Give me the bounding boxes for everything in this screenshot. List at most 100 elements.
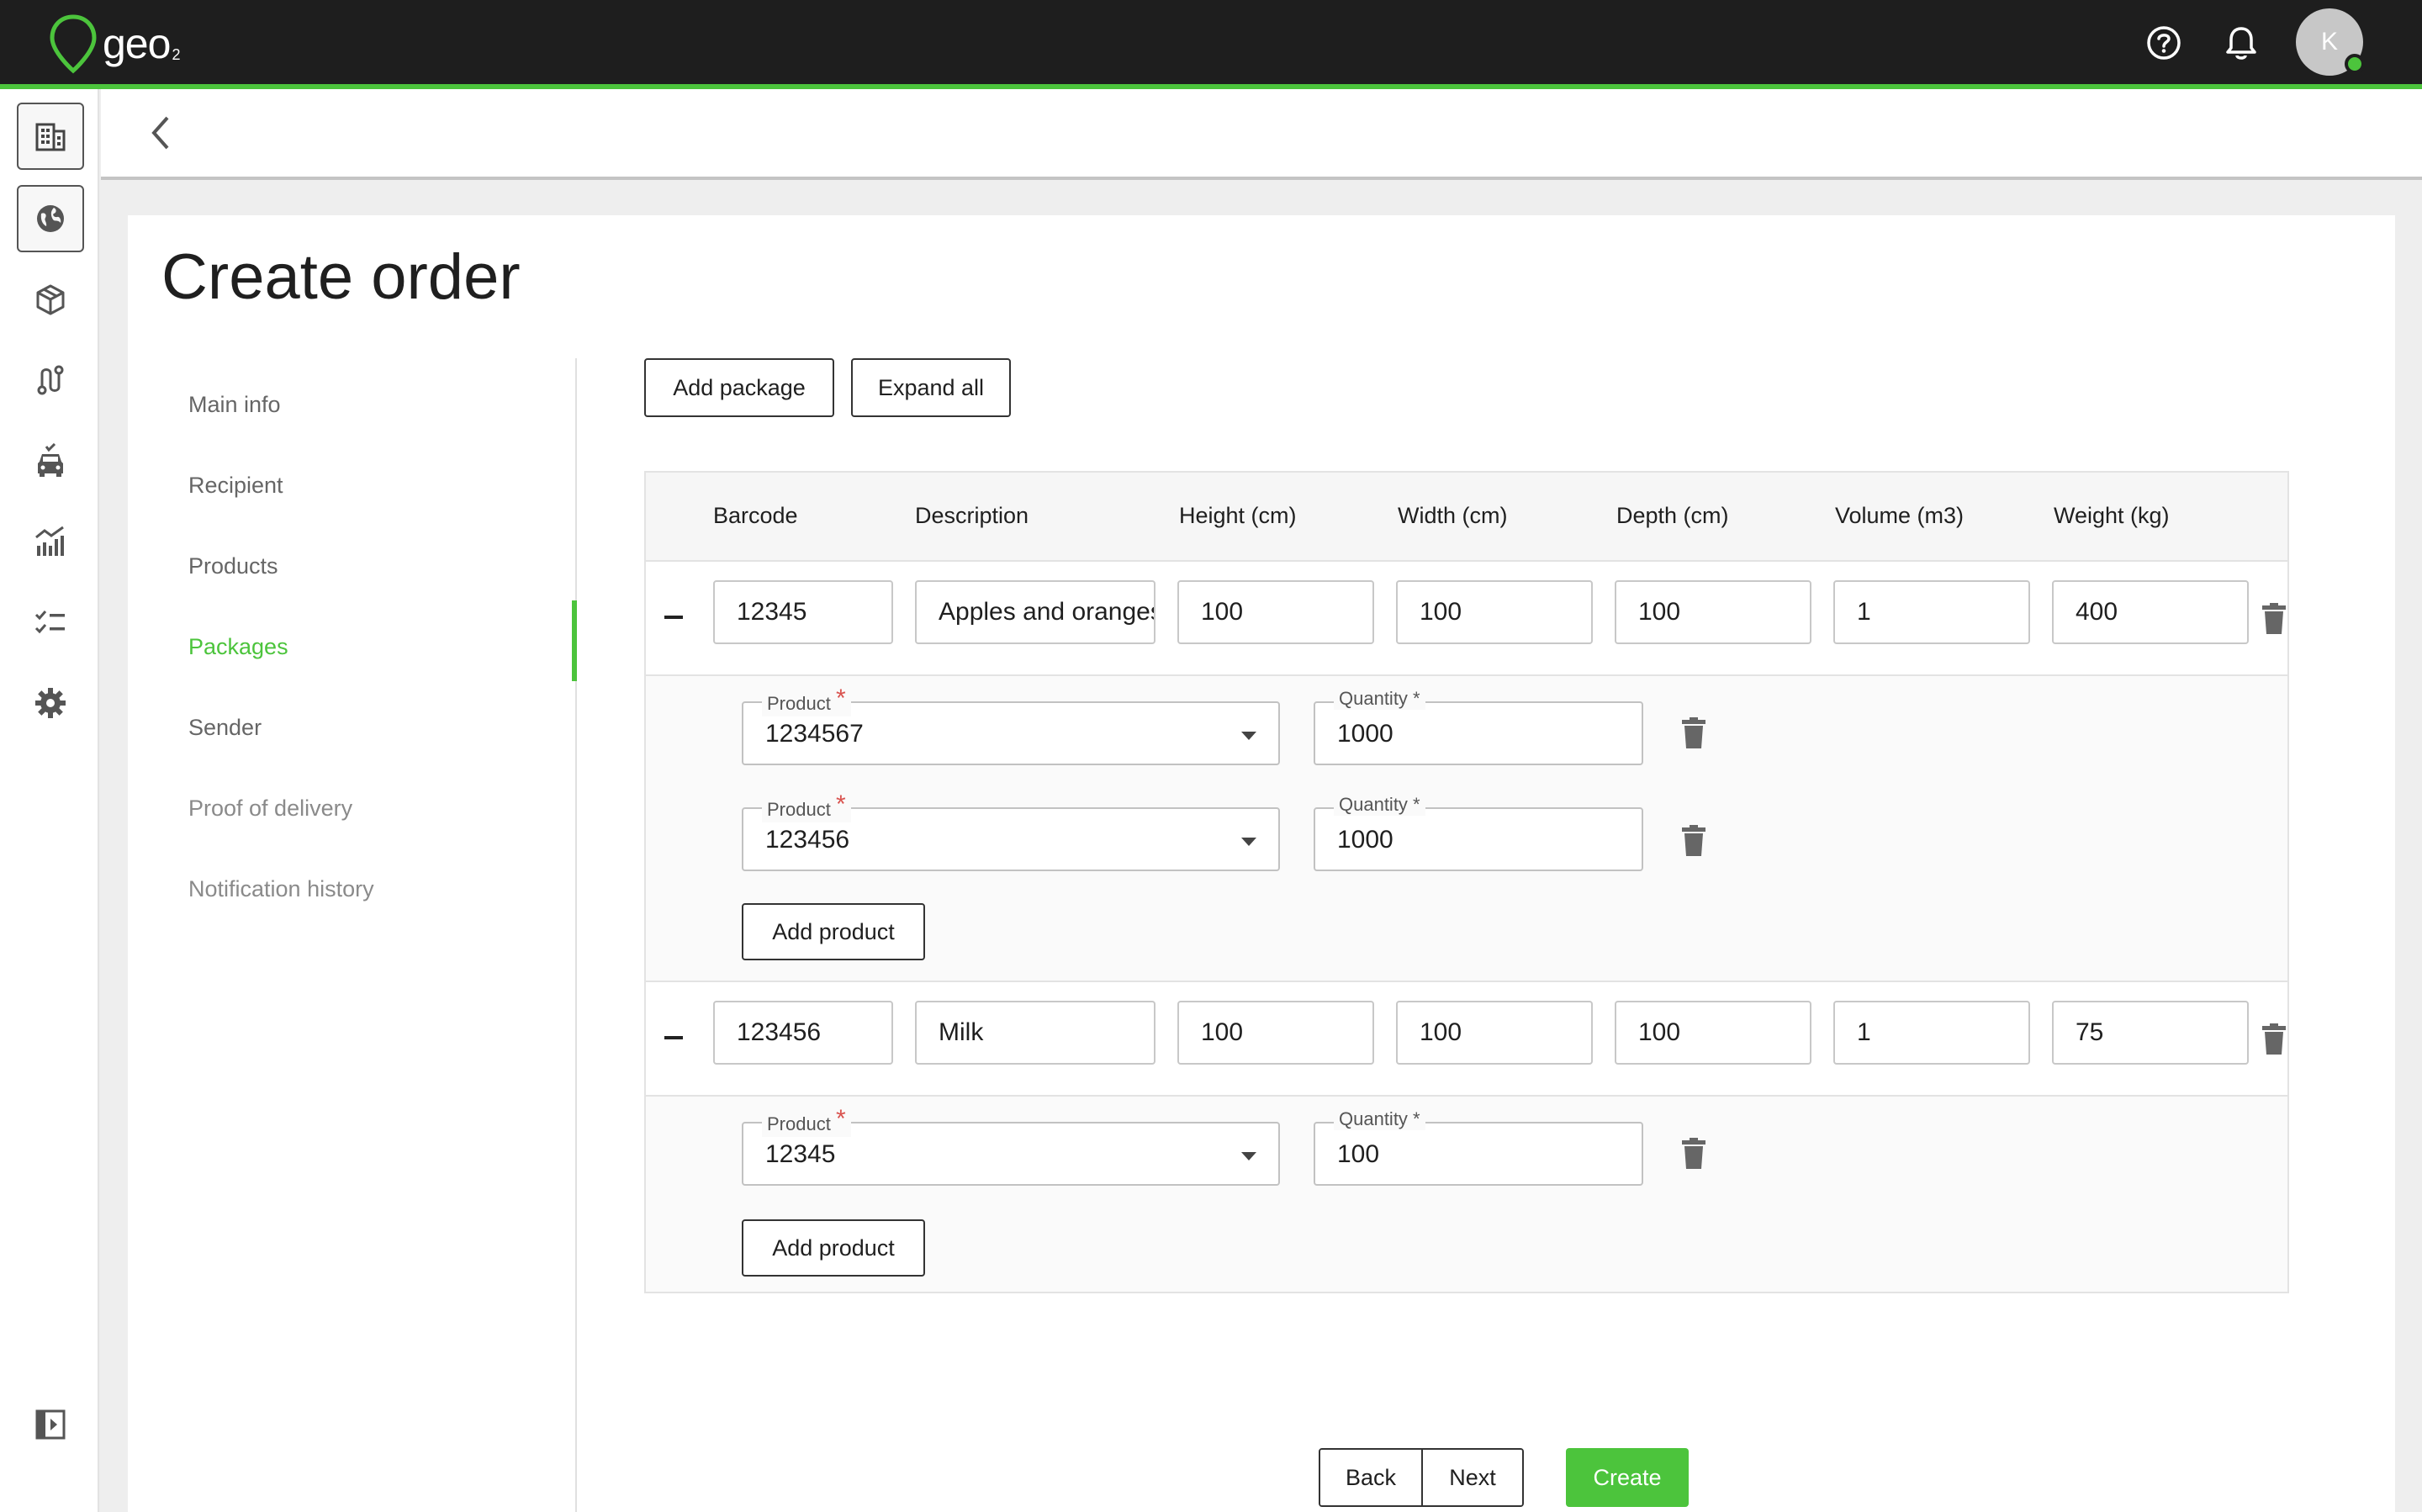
expand-all-button[interactable]: Expand all xyxy=(851,358,1011,417)
product-select-value: 123456 xyxy=(765,826,850,854)
page-header xyxy=(101,89,2422,180)
rail-item-tasks[interactable] xyxy=(17,589,84,656)
page-title: Create order xyxy=(161,241,521,313)
quantity-input[interactable]: Quantity * 1000 xyxy=(1314,688,1643,765)
column-header-weight: Weight (kg) xyxy=(2054,503,2170,528)
sidebar-toggle-icon xyxy=(35,1409,66,1440)
volume-input[interactable]: 1 xyxy=(1833,1001,2030,1065)
brand-name: geo xyxy=(103,20,171,67)
delete-package-button[interactable] xyxy=(2257,600,2291,637)
notifications-button[interactable] xyxy=(2218,20,2264,66)
building-icon xyxy=(35,123,66,151)
bell-icon xyxy=(2226,27,2256,60)
back-button[interactable]: Back xyxy=(1320,1450,1421,1505)
rail-item-orders[interactable] xyxy=(17,266,84,333)
subnav-divider xyxy=(575,358,577,1512)
subnav-item-sender[interactable]: Sender xyxy=(188,715,262,741)
description-input[interactable]: Milk xyxy=(915,1001,1155,1065)
quantity-input[interactable]: Quantity * 100 xyxy=(1314,1108,1643,1186)
width-input[interactable]: 100 xyxy=(1396,580,1593,644)
rail-item-routes[interactable] xyxy=(17,346,84,414)
product-select[interactable]: Product * 123456 xyxy=(742,790,1280,871)
column-header-width: Width (cm) xyxy=(1398,503,1508,528)
analytics-icon xyxy=(35,526,64,556)
subnav-item-products[interactable]: Products xyxy=(188,553,278,579)
add-product-button[interactable]: Add product xyxy=(742,903,925,960)
product-select-label: Product * xyxy=(762,685,851,716)
volume-input[interactable]: 1 xyxy=(1833,580,2030,644)
depth-input[interactable]: 100 xyxy=(1615,580,1811,644)
height-input[interactable]: 100 xyxy=(1177,1001,1374,1065)
rail-item-map[interactable] xyxy=(17,185,84,252)
delete-product-button[interactable] xyxy=(1677,1135,1711,1172)
vehicle-icon xyxy=(38,443,63,477)
column-header-barcode: Barcode xyxy=(713,503,798,528)
create-button[interactable]: Create xyxy=(1566,1448,1689,1507)
delete-package-button[interactable] xyxy=(2257,1021,2291,1058)
trash-icon xyxy=(2262,603,2286,634)
package-row: 12345 Apples and oranges 100 100 100 1 4… xyxy=(646,562,2287,676)
subnav-item-notification-history[interactable]: Notification history xyxy=(188,876,374,902)
brand-subscript: 2 xyxy=(172,45,181,63)
checklist-icon xyxy=(34,611,65,634)
step-navigation: Back Next xyxy=(1319,1448,1524,1507)
delete-product-button[interactable] xyxy=(1677,822,1711,859)
trash-icon xyxy=(1682,825,1705,856)
rail-item-settings[interactable] xyxy=(17,669,84,737)
help-circle-icon xyxy=(2147,26,2181,60)
trash-icon xyxy=(1682,1138,1705,1169)
globe-icon xyxy=(37,205,64,232)
create-order-card: Create order Main info Recipient Product… xyxy=(128,215,2395,1512)
column-header-description: Description xyxy=(915,503,1029,528)
rail-item-analytics[interactable] xyxy=(17,508,84,575)
packages-table: Barcode Description Height (cm) Width (c… xyxy=(644,471,2289,1293)
product-select-label: Product * xyxy=(762,1105,851,1137)
quantity-input-label: Quantity * xyxy=(1334,688,1425,710)
weight-input[interactable]: 75 xyxy=(2052,1001,2249,1065)
table-header: Barcode Description Height (cm) Width (c… xyxy=(646,473,2287,562)
chevron-left-icon xyxy=(151,116,169,150)
product-select-value: 12345 xyxy=(765,1140,836,1168)
depth-input[interactable]: 100 xyxy=(1615,1001,1811,1065)
rail-item-vehicles[interactable] xyxy=(17,427,84,494)
product-select[interactable]: Product * 12345 xyxy=(742,1105,1280,1186)
barcode-input[interactable]: 123456 xyxy=(713,1001,893,1065)
height-input[interactable]: 100 xyxy=(1177,580,1374,644)
quantity-input-value: 1000 xyxy=(1337,720,1393,748)
barcode-input[interactable]: 12345 xyxy=(713,580,893,644)
column-header-height: Height (cm) xyxy=(1179,503,1297,528)
package-products-panel: Product * 12345 Quantity * 100 Add produ… xyxy=(646,1097,2287,1292)
product-select[interactable]: Product * 1234567 xyxy=(742,685,1280,765)
quantity-input[interactable]: Quantity * 1000 xyxy=(1314,794,1643,871)
next-button[interactable]: Next xyxy=(1421,1450,1522,1505)
chevron-down-icon xyxy=(1241,1152,1256,1160)
subnav-item-packages[interactable]: Packages xyxy=(188,634,288,660)
avatar-initial: K xyxy=(2320,28,2338,56)
subnav-item-proof-of-delivery[interactable]: Proof of delivery xyxy=(188,796,352,822)
subnav-item-recipient[interactable]: Recipient xyxy=(188,473,283,499)
help-button[interactable] xyxy=(2141,20,2187,66)
brand-logo[interactable]: geo 2 xyxy=(49,12,180,76)
column-header-depth: Depth (cm) xyxy=(1616,503,1729,528)
description-input[interactable]: Apples and oranges xyxy=(915,580,1155,644)
chevron-down-icon xyxy=(1241,732,1256,740)
add-package-button[interactable]: Add package xyxy=(644,358,834,417)
rail-item-organizations[interactable] xyxy=(17,103,84,170)
gear-icon xyxy=(35,688,66,718)
back-navigation-button[interactable] xyxy=(135,108,185,158)
online-status-indicator xyxy=(2345,54,2365,74)
delete-product-button[interactable] xyxy=(1677,715,1711,752)
collapse-package-button[interactable] xyxy=(664,1036,683,1039)
collapse-package-button[interactable] xyxy=(664,616,683,619)
add-product-button[interactable]: Add product xyxy=(742,1219,925,1277)
quantity-input-label: Quantity * xyxy=(1334,794,1425,816)
user-avatar[interactable]: K xyxy=(2296,8,2365,76)
subnav-item-main-info[interactable]: Main info xyxy=(188,392,281,418)
width-input[interactable]: 100 xyxy=(1396,1001,1593,1065)
subnav-active-indicator xyxy=(572,600,577,681)
top-bar: geo 2 K xyxy=(0,0,2422,89)
package-row: 123456 Milk 100 100 100 1 75 xyxy=(646,982,2287,1097)
weight-input[interactable]: 400 xyxy=(2052,580,2249,644)
left-rail xyxy=(0,89,99,1512)
sidebar-toggle-button[interactable] xyxy=(17,1391,84,1458)
